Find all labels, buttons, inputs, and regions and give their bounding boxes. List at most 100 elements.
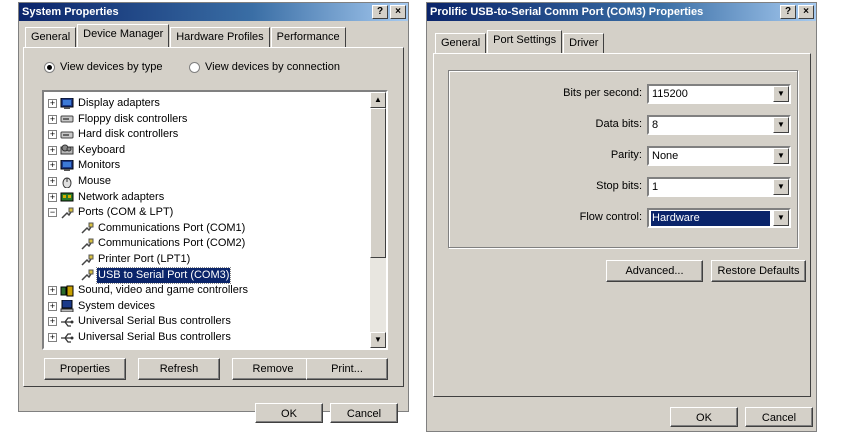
dropdown-value: 115200 [652, 88, 688, 100]
mouse-icon [60, 176, 74, 188]
tree-item[interactable]: Communications Port (COM2) [80, 236, 246, 251]
tab-device-manager[interactable]: Device Manager [77, 24, 170, 47]
field-label: Bits per second: [563, 87, 642, 99]
dropdown-arrow-icon[interactable]: ▼ [773, 117, 789, 133]
system-properties-window: System Properties ? × General Device Man… [18, 2, 409, 423]
tree-item-label: Mouse [78, 175, 112, 187]
device-tree[interactable]: + Universal Serial Bus controllers + Univer… [42, 90, 388, 350]
tree-item[interactable]: + Monitors [48, 158, 121, 173]
title-bar[interactable]: System Properties ? × [19, 3, 408, 21]
expand-icon[interactable]: + [48, 301, 57, 311]
tab-port-settings[interactable]: Port Settings [487, 30, 563, 53]
port-icon [80, 238, 94, 250]
expand-icon[interactable]: + [48, 192, 57, 202]
tree-item-label: Hard disk controllers [78, 128, 179, 141]
expand-icon[interactable]: + [48, 130, 57, 140]
view-by-connection-radio[interactable]: View devices by connection [189, 61, 340, 73]
tab-strip: General Device Manager Hardware Profiles… [25, 24, 347, 47]
restore-defaults-button[interactable]: Restore Defaults [711, 260, 806, 282]
tree-item[interactable]: + Network adapters [48, 190, 165, 205]
scroll-down-arrow-icon[interactable]: ▼ [370, 332, 386, 348]
tree-item[interactable]: + Keyboard [48, 143, 126, 158]
tree-item[interactable]: − Ports (COM & LPT) [48, 205, 174, 220]
tree-item[interactable]: + Display adapters [48, 96, 161, 111]
field-label: Stop bits: [596, 180, 642, 192]
refresh-button[interactable]: Refresh [138, 358, 220, 380]
field-dropdown[interactable]: 115200 ▼ [647, 84, 791, 104]
remove-button[interactable]: Remove [232, 358, 314, 380]
expand-icon[interactable]: + [48, 114, 57, 124]
tree-item-label: Sound, video and game controllers [78, 284, 248, 297]
help-button[interactable]: ? [780, 5, 796, 19]
tree-item[interactable]: Communications Port (COM1) [80, 221, 246, 236]
field-dropdown[interactable]: 8 ▼ [647, 115, 791, 135]
view-by-connection-label: View devices by connection [205, 61, 340, 73]
tree-item-label: Ports (COM & LPT) [78, 206, 174, 219]
dropdown-arrow-icon[interactable]: ▼ [773, 86, 789, 102]
tab-driver[interactable]: Driver [563, 33, 605, 53]
field-dropdown[interactable]: None ▼ [647, 146, 791, 166]
dropdown-value: 1 [652, 181, 659, 193]
port-icon [80, 269, 94, 281]
field-dropdown[interactable]: 1 ▼ [647, 177, 791, 197]
network-adapter-icon [60, 191, 74, 203]
cancel-button[interactable]: Cancel [330, 403, 398, 423]
ok-button[interactable]: OK [670, 407, 738, 427]
expand-icon[interactable]: + [48, 333, 57, 342]
tab-hardware-profiles[interactable]: Hardware Profiles [170, 27, 270, 47]
disk-controller-icon [60, 113, 74, 125]
scroll-thumb[interactable] [370, 108, 386, 258]
tree-item[interactable]: + Universal Serial Bus controllers [48, 314, 232, 329]
view-by-type-radio[interactable]: View devices by type [44, 61, 163, 73]
tree-item[interactable]: + Floppy disk controllers [48, 112, 188, 127]
tree-item-label: Universal Serial Bus controllers [78, 331, 231, 343]
radio-selected-icon [44, 61, 55, 73]
tree-item[interactable]: Printer Port (LPT1) [80, 252, 191, 267]
close-button[interactable]: × [390, 5, 406, 19]
tab-general[interactable]: General [435, 33, 487, 53]
close-button[interactable]: × [798, 5, 814, 19]
tree-item-label: Monitors [78, 159, 121, 172]
tree-item[interactable]: USB to Serial Port (COM3) [80, 266, 232, 284]
monitor-icon [60, 97, 74, 110]
expand-icon[interactable]: + [48, 99, 57, 108]
cancel-button[interactable]: Cancel [745, 407, 813, 427]
scroll-up-arrow-icon[interactable]: ▲ [370, 92, 386, 108]
dropdown-arrow-icon[interactable]: ▼ [773, 179, 789, 195]
port-icon [60, 207, 74, 219]
tree-item[interactable]: + Universal Serial Bus controllers [48, 330, 232, 345]
ok-button[interactable]: OK [255, 403, 323, 423]
port-icon [80, 222, 94, 234]
title-bar[interactable]: Prolific USB-to-Serial Comm Port (COM3) … [427, 3, 816, 21]
tab-performance[interactable]: Performance [270, 27, 346, 47]
expand-icon[interactable]: + [48, 317, 57, 327]
field-dropdown[interactable]: Hardware ▼ [647, 208, 791, 228]
device-manager-panel: View devices by type View devices by con… [23, 47, 404, 387]
usb-icon [60, 316, 74, 328]
expand-icon[interactable]: + [48, 145, 57, 155]
properties-button[interactable]: Properties [44, 358, 126, 380]
expand-icon[interactable]: + [48, 286, 57, 296]
dropdown-arrow-icon[interactable]: ▼ [773, 210, 789, 226]
expand-icon[interactable]: + [48, 161, 57, 171]
computer-icon [60, 299, 74, 313]
print-button[interactable]: Print... [306, 358, 388, 380]
tree-item[interactable]: + Hard disk controllers [48, 127, 179, 142]
expand-icon[interactable]: + [48, 177, 57, 186]
tree-item-label: Floppy disk controllers [78, 112, 188, 125]
tree-item[interactable]: + Sound, video and game controllers [48, 283, 249, 298]
tab-strip: General Port Settings Driver [435, 30, 605, 53]
tree-scrollbar[interactable]: ▲ ▼ [370, 92, 386, 348]
help-button[interactable]: ? [372, 5, 388, 19]
advanced-button[interactable]: Advanced... [606, 260, 703, 282]
window-title: System Properties [22, 6, 119, 18]
tab-general[interactable]: General [25, 27, 77, 47]
keyboard-icon [60, 144, 74, 156]
field-label: Parity: [610, 149, 642, 161]
dropdown-arrow-icon[interactable]: ▼ [773, 148, 789, 164]
tree-item[interactable]: + Mouse [48, 174, 112, 189]
tree-item[interactable]: + System devices [48, 299, 156, 314]
tree-item-label: Communications Port (COM2) [98, 237, 246, 250]
disk-controller-icon [60, 129, 74, 141]
collapse-icon[interactable]: − [48, 208, 57, 218]
